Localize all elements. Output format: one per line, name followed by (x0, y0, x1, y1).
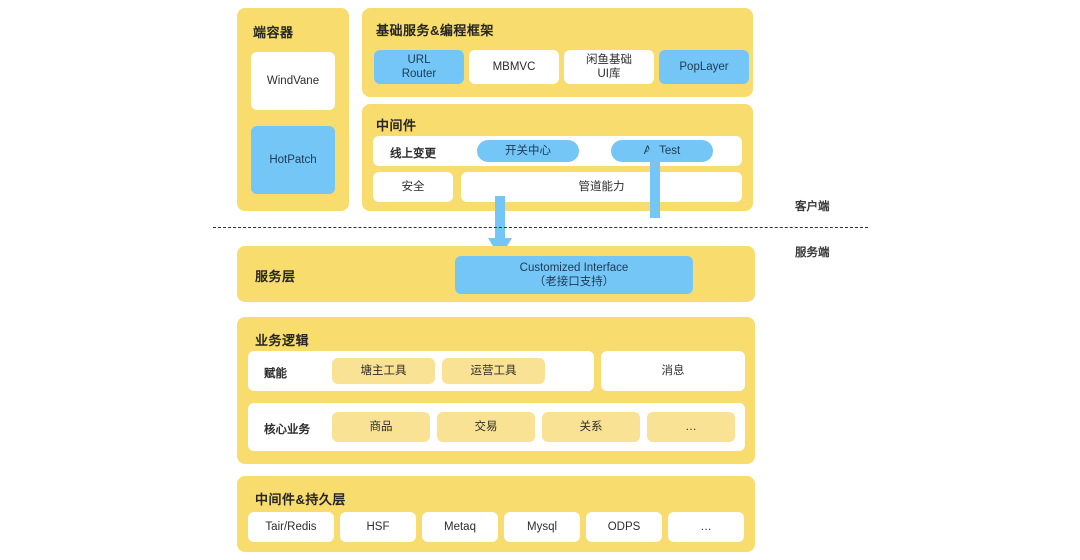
chip-security[interactable]: 安全 (373, 172, 453, 202)
client-server-divider (213, 227, 868, 228)
panel-service-layer-title: 服务层 (255, 269, 296, 284)
chip-switch-center[interactable]: 开关中心 (477, 140, 579, 162)
business-row-enablement-label: 赋能 (264, 368, 287, 380)
chip-poplayer-label: PopLayer (679, 60, 729, 73)
chip-xianyu-ui-library[interactable]: 闲鱼基础 UI库 (564, 50, 654, 84)
arrow-up-server-to-client (643, 140, 667, 218)
chip-customized-interface[interactable]: Customized Interface （老接口支持） (455, 256, 693, 294)
chip-security-label: 安全 (401, 180, 425, 193)
chip-url-router-label: URL Router (401, 53, 437, 80)
business-row-enablement: 赋能 塘主工具 运营工具 (248, 351, 594, 391)
chip-hsf-label: HSF (366, 520, 390, 533)
chip-persistence-more-label: … (700, 520, 712, 533)
chip-odps[interactable]: ODPS (586, 512, 662, 542)
chip-business-more[interactable]: … (647, 412, 735, 442)
chip-mbmvc[interactable]: MBMVC (469, 50, 559, 84)
panel-business-logic: 业务逻辑 赋能 塘主工具 运营工具 消息 核心业务 商品 交易 关系 … (237, 317, 755, 464)
chip-customized-interface-line2: （老接口支持） (533, 276, 615, 288)
business-row-core: 核心业务 商品 交易 关系 … (248, 403, 745, 451)
chip-message[interactable]: 消息 (601, 351, 745, 391)
panel-business-logic-title: 业务逻辑 (255, 333, 310, 348)
chip-hsf[interactable]: HSF (340, 512, 416, 542)
middleware-row-1: 线上变更 开关中心 ABTest (373, 136, 742, 166)
panel-middleware-persistence: 中间件&持久层 Tair/Redis HSF Metaq Mysql ODPS … (237, 476, 755, 552)
chip-operations-tools-label: 运营工具 (470, 364, 517, 377)
chip-operations-tools[interactable]: 运营工具 (442, 358, 545, 384)
panel-service-layer: 服务层 Customized Interface （老接口支持） (237, 246, 755, 302)
chip-mbmvc-label: MBMVC (492, 60, 536, 73)
label-client-side: 客户端 (795, 201, 830, 213)
chip-business-more-label: … (685, 420, 697, 433)
chip-tair-redis[interactable]: Tair/Redis (248, 512, 334, 542)
chip-hotpatch[interactable]: HotPatch (251, 126, 335, 194)
chip-transaction-label: 交易 (474, 420, 498, 433)
chip-relationship-label: 关系 (579, 420, 603, 433)
chip-relationship[interactable]: 关系 (542, 412, 640, 442)
panel-foundation-framework: 基础服务&编程框架 URL Router MBMVC 闲鱼基础 UI库 PopL… (362, 8, 753, 97)
label-server-side: 服务端 (795, 247, 830, 259)
middleware-row-1-label: 线上变更 (390, 148, 436, 160)
chip-mysql-label: Mysql (526, 520, 558, 533)
chip-tair-redis-label: Tair/Redis (265, 520, 317, 533)
chip-transaction[interactable]: 交易 (437, 412, 535, 442)
chip-goods-label: 商品 (369, 420, 393, 433)
chip-windvane[interactable]: WindVane (251, 52, 335, 110)
panel-middleware-persistence-title: 中间件&持久层 (255, 492, 346, 507)
panel-middleware-title: 中间件 (376, 118, 417, 133)
chip-hotpatch-label: HotPatch (269, 153, 317, 166)
chip-goods[interactable]: 商品 (332, 412, 430, 442)
panel-client-container: 端容器 WindVane HotPatch (237, 8, 349, 211)
chip-metaq[interactable]: Metaq (422, 512, 498, 542)
chip-url-router[interactable]: URL Router (374, 50, 464, 84)
chip-persistence-more[interactable]: … (668, 512, 744, 542)
chip-windvane-label: WindVane (266, 74, 320, 87)
chip-pond-owner-tools[interactable]: 塘主工具 (332, 358, 435, 384)
panel-client-container-title: 端容器 (253, 25, 294, 40)
chip-metaq-label: Metaq (444, 520, 476, 533)
panel-middleware: 中间件 线上变更 开关中心 ABTest 安全 管道能力 (362, 104, 753, 211)
panel-foundation-framework-title: 基础服务&编程框架 (376, 23, 494, 38)
business-row-core-label: 核心业务 (264, 424, 310, 436)
chip-pond-owner-tools-label: 塘主工具 (360, 364, 407, 377)
chip-pipeline-capability-label: 管道能力 (578, 180, 625, 193)
chip-mysql[interactable]: Mysql (504, 512, 580, 542)
chip-message-label: 消息 (661, 364, 685, 377)
chip-odps-label: ODPS (607, 520, 641, 533)
chip-xianyu-ui-library-label: 闲鱼基础 UI库 (586, 53, 632, 80)
chip-switch-center-label: 开关中心 (505, 144, 551, 157)
chip-customized-interface-line1: Customized Interface (519, 261, 629, 274)
chip-poplayer[interactable]: PopLayer (659, 50, 749, 84)
